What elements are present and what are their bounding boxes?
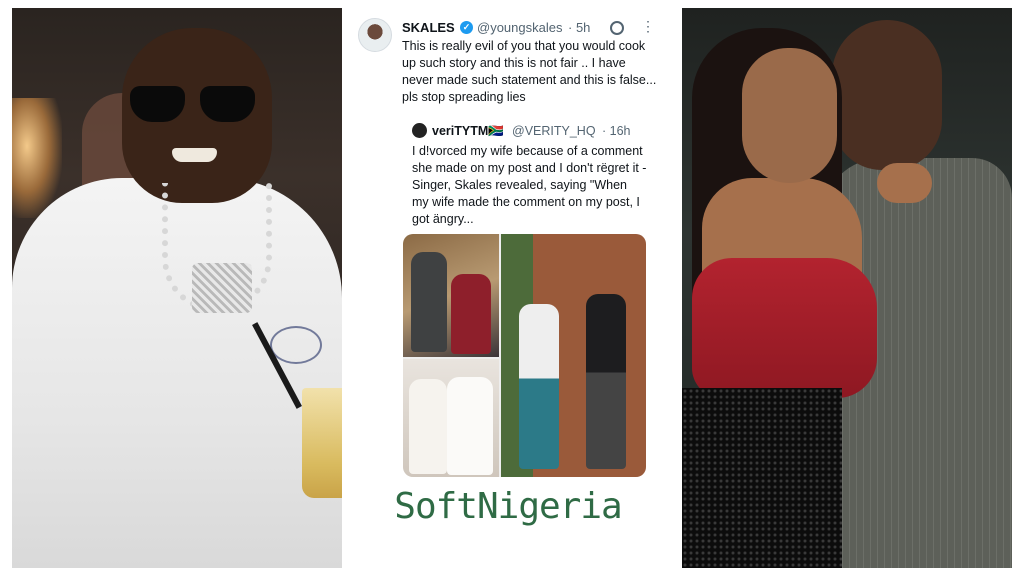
drink-glass [302,388,342,498]
media-photo-couple-standing[interactable] [501,234,646,477]
author-name[interactable]: SKALES [402,20,455,35]
quote-avatar [412,123,427,138]
figure-man [411,252,447,352]
red-off-shoulder-top [692,258,877,398]
sequin-skirt [682,388,842,568]
verified-badge-icon: ✓ [460,21,473,34]
post-time[interactable]: · 5h [568,20,590,35]
figure-groom [409,379,447,474]
left-photo [12,8,342,568]
avatar[interactable] [358,18,392,52]
quote-media-grid[interactable] [403,234,646,477]
pendant [192,263,252,313]
watermark: SoftNigeria [394,486,622,527]
tweet-screenshot: SKALES ✓ @youngskales · 5h ⋮ This is rea… [352,8,664,568]
media-photo-wedding[interactable] [403,359,499,477]
sunglasses [130,86,255,124]
quoted-tweet-header: veriTYTM🇿🇦 @VERITY_HQ · 16h [412,123,647,141]
quote-author-name: veriTYTM🇿🇦 [432,124,504,138]
right-photo [682,8,1012,568]
woman-hand [877,163,932,203]
quote-time: · 16h [602,124,631,138]
figure-bride [447,377,493,475]
quote-text: I d!vorced my wife because of a comment … [412,144,647,226]
shirt-logo [270,326,322,364]
quote-author-handle: @VERITY_HQ [512,124,596,138]
grok-icon[interactable] [610,21,624,35]
figure-woman-standing [519,304,559,469]
smile [172,148,217,162]
figure-woman [451,274,491,354]
more-options-icon[interactable]: ⋮ [641,18,655,35]
woman-face [742,48,837,183]
tweet-text: This is really evil of you that you woul… [402,39,657,104]
figure-man-standing [586,294,626,469]
man-head [832,20,942,170]
media-photo-couple-sitting[interactable] [403,234,499,357]
author-handle[interactable]: @youngskales [477,20,562,35]
